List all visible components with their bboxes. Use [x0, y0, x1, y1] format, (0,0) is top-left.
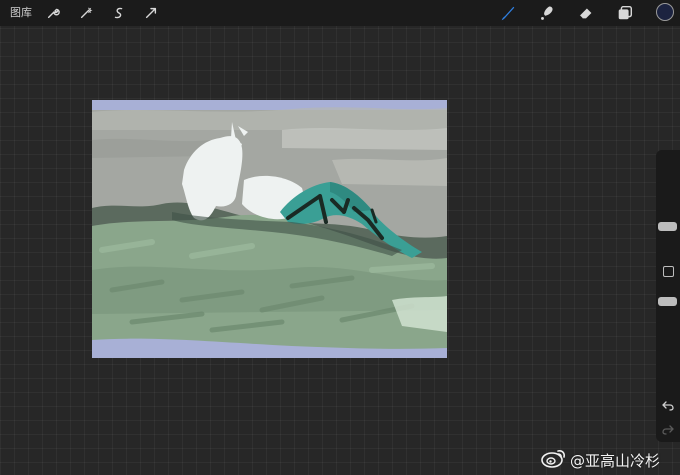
- layers-icon[interactable]: [615, 3, 635, 23]
- watermark-text: @亚高山冷杉: [570, 451, 661, 470]
- smudge-icon[interactable]: [537, 3, 557, 23]
- selection-icon[interactable]: [110, 4, 128, 22]
- adjustments-icon[interactable]: [77, 4, 95, 22]
- gallery-button[interactable]: 图库: [10, 5, 32, 21]
- artwork-painting: [92, 100, 447, 358]
- side-toolbar: [656, 150, 680, 442]
- redo-icon[interactable]: [661, 424, 675, 436]
- drawing-canvas[interactable]: [92, 100, 447, 358]
- brush-size-slider[interactable]: [658, 222, 677, 231]
- drawing-app: 图库 @亚高山冷杉: [0, 0, 680, 475]
- brush-icon[interactable]: [498, 3, 518, 23]
- modify-button[interactable]: [663, 266, 674, 277]
- opacity-slider[interactable]: [658, 297, 677, 306]
- weibo-logo-icon: [541, 448, 567, 472]
- undo-icon[interactable]: [661, 400, 675, 412]
- color-picker-swatch[interactable]: [656, 3, 674, 21]
- weibo-watermark: @亚高山冷杉: [541, 448, 660, 472]
- top-toolbar: 图库: [0, 0, 680, 26]
- transform-icon[interactable]: [142, 4, 160, 22]
- eraser-icon[interactable]: [576, 3, 596, 23]
- wrench-icon[interactable]: [44, 4, 62, 22]
